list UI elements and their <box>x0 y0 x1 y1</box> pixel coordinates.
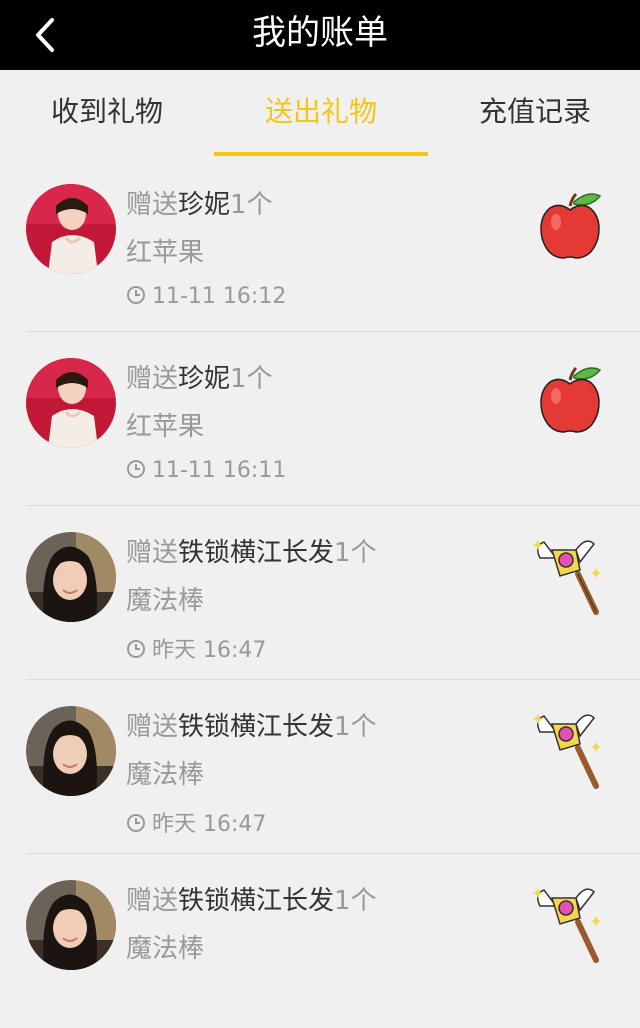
gift-record-title: 赠送珍妮1个 <box>126 358 273 395</box>
gift-name: 红苹果 <box>126 412 205 442</box>
gift-image <box>530 884 610 964</box>
gift-name: 魔法棒 <box>126 934 205 964</box>
clock-icon <box>127 286 145 304</box>
record-time: 昨天 16:47 <box>126 806 266 838</box>
page-title: 我的账单 <box>252 13 388 53</box>
clock-icon <box>127 460 145 478</box>
gift-record-title: 赠送珍妮1个 <box>126 184 273 221</box>
magic-wand-icon <box>532 888 602 963</box>
magic-wand-icon <box>532 540 602 615</box>
red-apple-icon <box>540 366 602 433</box>
gift-record-title: 赠送铁锁横江长发1个 <box>126 532 377 569</box>
record-prefix: 赠送 <box>126 886 179 916</box>
list-item[interactable]: 赠送铁锁横江长发1个 魔法棒 <box>0 854 640 1028</box>
recipient-name: 珍妮 <box>178 364 231 394</box>
record-prefix: 赠送 <box>126 190 179 220</box>
gift-record-title: 赠送铁锁横江长发1个 <box>126 706 377 743</box>
record-time-text: 昨天 16:47 <box>152 638 267 663</box>
gift-record-title: 赠送铁锁横江长发1个 <box>126 880 377 917</box>
recipient-name: 铁锁横江长发 <box>178 538 335 568</box>
clock-icon <box>127 814 145 832</box>
top-bar: 我的账单 <box>0 0 640 70</box>
record-time: 11-11 16:11 <box>126 458 286 483</box>
record-time-text: 11-11 16:11 <box>152 458 287 483</box>
avatar[interactable] <box>26 358 116 448</box>
active-tab-indicator <box>214 152 428 156</box>
record-quantity: 1个 <box>230 190 273 220</box>
clock-icon <box>127 640 145 658</box>
record-time: 昨天 16:47 <box>126 632 266 664</box>
gift-image <box>530 536 610 616</box>
magic-wand-icon <box>532 714 602 789</box>
back-button[interactable] <box>22 8 72 62</box>
tab-bar: 收到礼物 送出礼物 充值记录 <box>0 70 640 158</box>
record-quantity: 1个 <box>334 886 377 916</box>
record-quantity: 1个 <box>334 538 377 568</box>
record-time-text: 昨天 16:47 <box>152 812 267 837</box>
chevron-left-icon <box>36 18 54 52</box>
record-prefix: 赠送 <box>126 538 179 568</box>
avatar[interactable] <box>26 532 116 622</box>
tab-recharge-records[interactable]: 充值记录 <box>428 70 640 158</box>
gift-record-list: 赠送珍妮1个 红苹果 11-11 16:12 赠送珍妮1个 红苹果 11-11 … <box>0 158 640 1028</box>
gift-image <box>530 188 610 268</box>
record-prefix: 赠送 <box>126 364 179 394</box>
gift-name: 魔法棒 <box>126 586 205 616</box>
recipient-name: 铁锁横江长发 <box>178 712 335 742</box>
recipient-name: 铁锁横江长发 <box>178 886 335 916</box>
record-quantity: 1个 <box>230 364 273 394</box>
record-prefix: 赠送 <box>126 712 179 742</box>
tab-sent-gifts[interactable]: 送出礼物 <box>214 70 428 158</box>
record-time-text: 11-11 16:12 <box>152 284 287 309</box>
record-quantity: 1个 <box>334 712 377 742</box>
avatar[interactable] <box>26 184 116 274</box>
list-item[interactable]: 赠送铁锁横江长发1个 魔法棒 昨天 16:47 <box>0 506 640 680</box>
gift-name: 红苹果 <box>126 238 205 268</box>
gift-image <box>530 710 610 790</box>
avatar[interactable] <box>26 880 116 970</box>
tab-received-gifts[interactable]: 收到礼物 <box>0 70 214 158</box>
gift-name: 魔法棒 <box>126 760 205 790</box>
record-time: 11-11 16:12 <box>126 284 286 309</box>
recipient-name: 珍妮 <box>178 190 231 220</box>
list-item[interactable]: 赠送珍妮1个 红苹果 11-11 16:12 <box>0 158 640 332</box>
list-item[interactable]: 赠送珍妮1个 红苹果 11-11 16:11 <box>0 332 640 506</box>
list-item[interactable]: 赠送铁锁横江长发1个 魔法棒 昨天 16:47 <box>0 680 640 854</box>
red-apple-icon <box>540 192 602 259</box>
gift-image <box>530 362 610 442</box>
avatar[interactable] <box>26 706 116 796</box>
